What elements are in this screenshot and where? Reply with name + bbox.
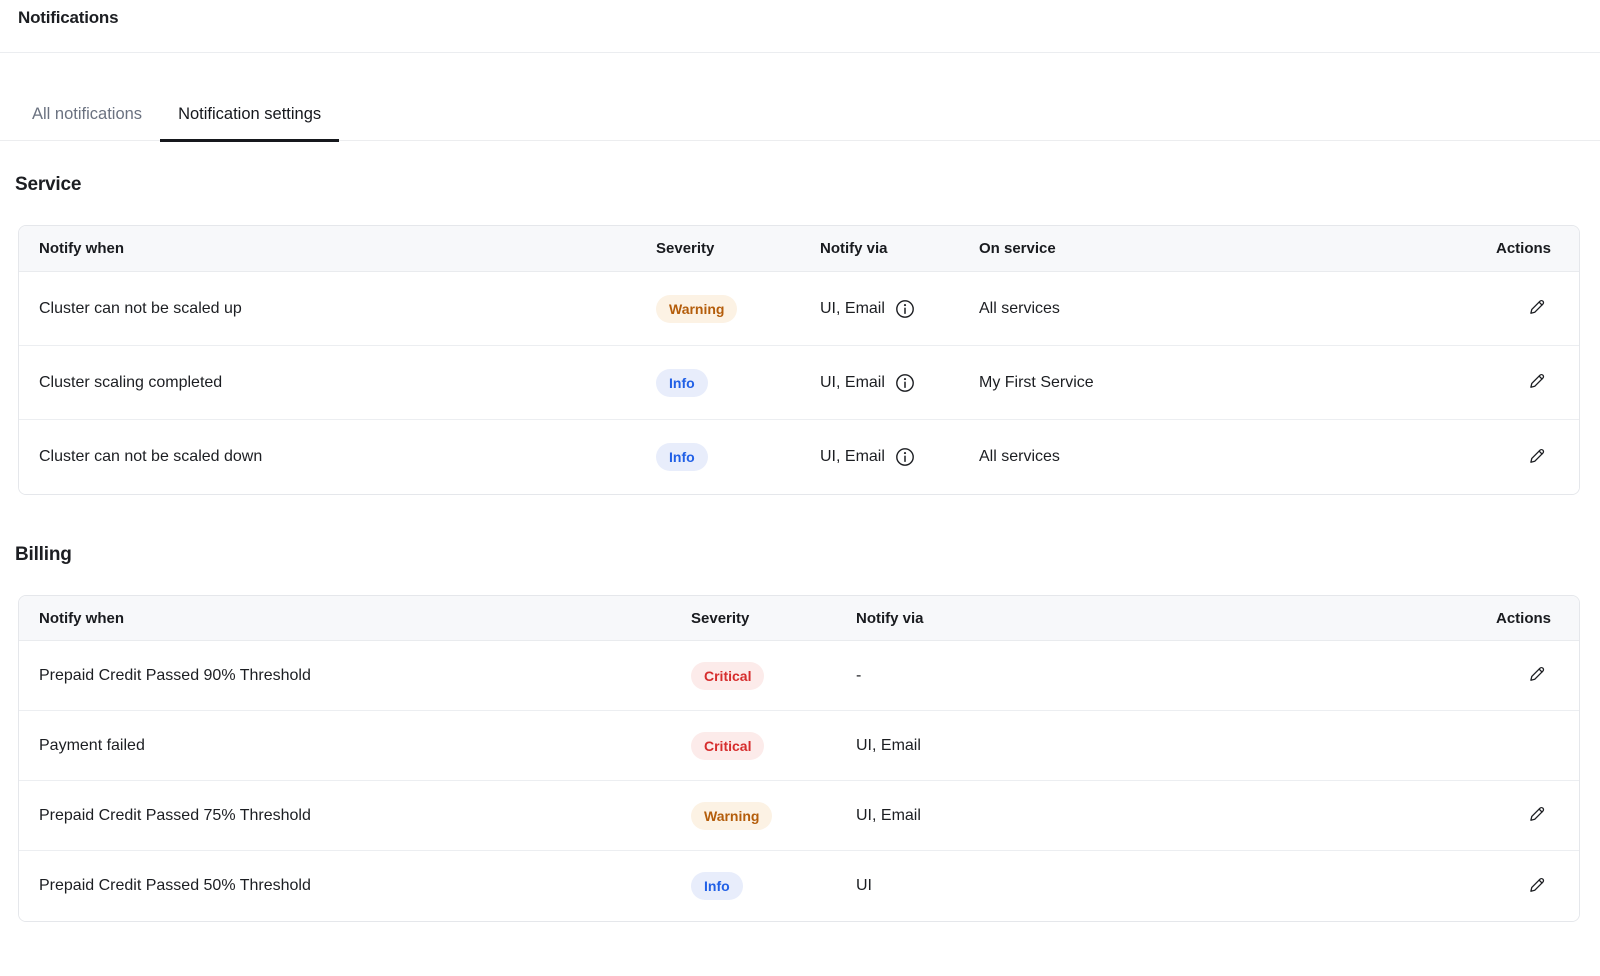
table-row: Cluster can not be scaled down Info UI, … (19, 420, 1579, 494)
col-header-severity: Severity (656, 240, 820, 257)
pencil-edit-icon (1527, 804, 1547, 827)
table-row: Cluster scaling completed Info UI, Email… (19, 346, 1579, 420)
severity-badge: Critical (691, 662, 764, 690)
info-icon[interactable] (895, 299, 915, 319)
tab-notification-settings[interactable]: Notification settings (160, 105, 339, 142)
notify-via-cell: UI, Email (856, 807, 1471, 825)
severity-badge: Critical (691, 732, 764, 760)
notify-via-cell: - (856, 667, 1471, 685)
info-icon[interactable] (895, 447, 915, 467)
notify-via-cell: UI (856, 877, 1471, 895)
pencil-edit-icon (1527, 371, 1547, 394)
on-service-cell: All services (979, 300, 1471, 318)
col-header-notify-via: Notify via (820, 240, 979, 257)
severity-badge: Info (656, 369, 708, 397)
edit-button[interactable] (1523, 367, 1551, 398)
tab-all-notifications[interactable]: All notifications (14, 105, 160, 142)
page-title: Notifications (0, 0, 1600, 52)
notify-when-cell: Prepaid Credit Passed 75% Threshold (39, 807, 691, 825)
service-section-title: Service (15, 174, 1600, 196)
edit-button[interactable] (1523, 293, 1551, 324)
col-header-actions: Actions (1496, 610, 1551, 627)
edit-button[interactable] (1523, 800, 1551, 831)
col-header-notify-when: Notify when (39, 610, 691, 627)
edit-button[interactable] (1523, 442, 1551, 473)
table-row: Cluster can not be scaled up Warning UI,… (19, 272, 1579, 346)
on-service-cell: My First Service (979, 374, 1471, 392)
on-service-cell: All services (979, 448, 1471, 466)
severity-badge: Info (656, 443, 708, 471)
col-header-severity: Severity (691, 610, 856, 627)
notifications-page: Notifications All notifications Notifica… (0, 0, 1600, 976)
table-row: Payment failed Critical UI, Email (19, 711, 1579, 781)
billing-table: Notify when Severity Notify via Actions … (18, 595, 1580, 922)
notify-via-cell: UI, Email (856, 737, 1471, 755)
billing-table-header: Notify when Severity Notify via Actions (19, 596, 1579, 641)
notify-when-cell: Prepaid Credit Passed 50% Threshold (39, 877, 691, 895)
edit-button[interactable] (1523, 871, 1551, 902)
col-header-on-service: On service (979, 240, 1471, 257)
notify-via-cell: UI, Email (820, 448, 885, 466)
info-icon[interactable] (895, 373, 915, 393)
pencil-edit-icon (1527, 664, 1547, 687)
pencil-edit-icon (1527, 446, 1547, 469)
severity-badge: Warning (656, 295, 737, 323)
edit-button[interactable] (1523, 660, 1551, 691)
severity-badge: Warning (691, 802, 772, 830)
col-header-notify-when: Notify when (39, 240, 656, 257)
table-row: Prepaid Credit Passed 90% Threshold Crit… (19, 641, 1579, 711)
notify-via-cell: UI, Email (820, 300, 885, 318)
pencil-edit-icon (1527, 297, 1547, 320)
notify-when-cell: Cluster can not be scaled up (39, 300, 656, 318)
notify-when-cell: Prepaid Credit Passed 90% Threshold (39, 667, 691, 685)
notify-via-cell: UI, Email (820, 374, 885, 392)
col-header-actions: Actions (1496, 240, 1551, 257)
service-table: Notify when Severity Notify via On servi… (18, 225, 1580, 495)
service-table-header: Notify when Severity Notify via On servi… (19, 226, 1579, 272)
notify-when-cell: Cluster scaling completed (39, 374, 656, 392)
table-row: Prepaid Credit Passed 50% Threshold Info… (19, 851, 1579, 921)
severity-badge: Info (691, 872, 743, 900)
table-row: Prepaid Credit Passed 75% Threshold Warn… (19, 781, 1579, 851)
notify-when-cell: Cluster can not be scaled down (39, 448, 656, 466)
billing-section-title: Billing (15, 544, 1600, 566)
col-header-notify-via: Notify via (856, 610, 1471, 627)
tab-bar: All notifications Notification settings (0, 53, 1600, 141)
pencil-edit-icon (1527, 875, 1547, 898)
notify-when-cell: Payment failed (39, 737, 691, 755)
